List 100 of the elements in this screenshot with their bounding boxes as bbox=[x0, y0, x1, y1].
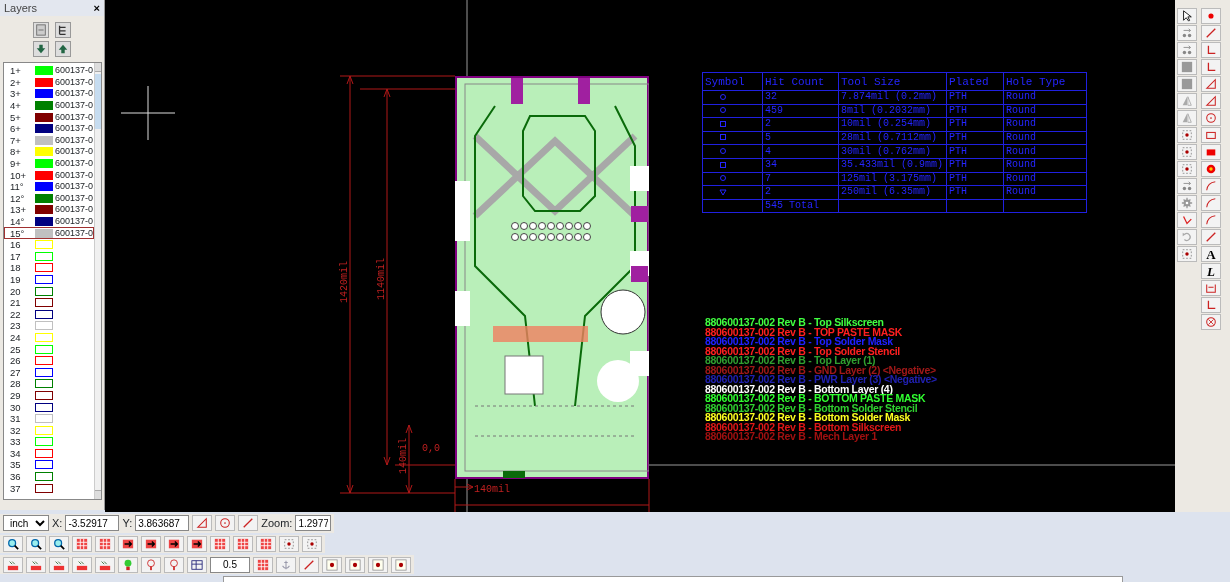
up-arrow-button[interactable] bbox=[55, 41, 71, 57]
arc-button[interactable] bbox=[1201, 178, 1221, 194]
pointer-button[interactable] bbox=[1177, 8, 1197, 24]
circle-button[interactable] bbox=[1201, 110, 1221, 126]
corner-button[interactable] bbox=[1201, 59, 1221, 75]
triangle-button[interactable] bbox=[1177, 93, 1197, 109]
layer-row[interactable]: 26 bbox=[4, 354, 95, 367]
layer-row[interactable]: 2+ 600137-0 bbox=[4, 76, 95, 89]
layer-button[interactable] bbox=[72, 556, 92, 573]
gear-button[interactable] bbox=[1177, 195, 1197, 211]
arrow-button[interactable] bbox=[118, 536, 138, 553]
arrow-button[interactable] bbox=[187, 536, 207, 553]
layer-row[interactable]: 16 bbox=[4, 238, 95, 251]
grid-button[interactable] bbox=[72, 536, 92, 553]
layer-row[interactable]: 36 bbox=[4, 470, 95, 483]
layer-row[interactable]: 25 bbox=[4, 343, 95, 355]
layer-row[interactable]: 31 bbox=[4, 412, 95, 425]
layer-row[interactable]: 1+ 600137-0 bbox=[4, 65, 95, 77]
corner-button[interactable] bbox=[1201, 297, 1221, 313]
layer-button[interactable] bbox=[49, 556, 69, 573]
bulb-button[interactable] bbox=[164, 556, 184, 573]
arc-button[interactable] bbox=[1201, 195, 1221, 211]
bracket-button[interactable] bbox=[1201, 280, 1221, 296]
layer-row[interactable]: 24 bbox=[4, 331, 95, 344]
corner-button[interactable] bbox=[1201, 42, 1221, 58]
layer-row[interactable]: 4+ 600137-0 bbox=[4, 99, 95, 112]
layer-row[interactable]: 17 bbox=[4, 250, 95, 263]
dotted-square-button[interactable] bbox=[1177, 246, 1197, 262]
snap-button[interactable] bbox=[391, 556, 411, 573]
dotted-square-button[interactable] bbox=[1177, 127, 1197, 143]
layer-row[interactable]: 23 bbox=[4, 320, 95, 332]
dotted-square-button[interactable] bbox=[1177, 161, 1197, 177]
snap-button[interactable] bbox=[368, 556, 388, 573]
layer-row[interactable]: 3+ 600137-0 bbox=[4, 88, 95, 100]
square-button[interactable] bbox=[1177, 76, 1197, 92]
circle-button[interactable] bbox=[215, 515, 236, 532]
triangle-button[interactable] bbox=[1201, 76, 1221, 92]
dotted-square-button[interactable] bbox=[1177, 144, 1197, 160]
bulb-button[interactable] bbox=[141, 556, 161, 573]
layer-row[interactable]: 15° 600137-0 bbox=[4, 227, 95, 239]
arc-button[interactable] bbox=[1201, 212, 1221, 228]
arrow-button[interactable] bbox=[141, 536, 161, 553]
grid-button[interactable] bbox=[256, 536, 276, 553]
layer-row[interactable]: 7+ 600137-0 bbox=[4, 134, 95, 147]
magnifier-button[interactable] bbox=[3, 536, 23, 553]
snap-button[interactable] bbox=[322, 556, 342, 573]
magnifier-button[interactable] bbox=[26, 536, 46, 553]
layer-row[interactable]: 34 bbox=[4, 447, 95, 460]
x-field[interactable]: -3.52917 bbox=[65, 515, 120, 532]
layer-row[interactable]: 11° 600137-0 bbox=[4, 180, 95, 193]
rectangle-button[interactable] bbox=[1201, 127, 1221, 143]
layer-row[interactable]: 14° 600137-0 bbox=[4, 215, 95, 228]
arrow-button[interactable] bbox=[164, 536, 184, 553]
layer-button[interactable] bbox=[95, 556, 115, 573]
layer-row[interactable]: 9+ 600137-0 bbox=[4, 157, 95, 170]
grid-button[interactable] bbox=[233, 536, 253, 553]
zoom-field[interactable]: 1.2977 bbox=[295, 515, 332, 532]
dot-button[interactable] bbox=[1201, 8, 1221, 24]
layer-row[interactable]: 8+ 600137-0 bbox=[4, 146, 95, 158]
dotted-square-button[interactable] bbox=[279, 536, 299, 553]
table-button[interactable] bbox=[187, 556, 207, 573]
layer-row[interactable]: 30 bbox=[4, 401, 95, 413]
line-button[interactable] bbox=[299, 556, 319, 573]
layer-row[interactable]: 6+ 600137-0 bbox=[4, 122, 95, 135]
layer-button[interactable] bbox=[26, 556, 46, 573]
step-field[interactable]: 0.5 bbox=[210, 556, 250, 573]
check-button[interactable] bbox=[1177, 212, 1197, 228]
down-arrow-button[interactable] bbox=[33, 41, 49, 57]
grid-button[interactable] bbox=[253, 556, 273, 573]
dots-button[interactable] bbox=[1177, 42, 1197, 58]
dots-button[interactable] bbox=[1177, 25, 1197, 41]
layer-row[interactable]: 5+ 600137-0 bbox=[4, 111, 95, 123]
unit-dropdown[interactable]: inch bbox=[3, 515, 49, 532]
dotted-square-button[interactable] bbox=[302, 536, 322, 553]
layer-row[interactable]: 19 bbox=[4, 273, 95, 286]
dots-button[interactable] bbox=[1177, 178, 1197, 194]
scrollbar[interactable] bbox=[94, 63, 101, 499]
layer-row[interactable]: 20 bbox=[4, 285, 95, 297]
layer-row[interactable]: 12° 600137-0 bbox=[4, 192, 95, 205]
line-button[interactable] bbox=[1201, 229, 1221, 245]
layer-row[interactable]: 37 bbox=[4, 482, 95, 494]
layer-row[interactable]: 32 bbox=[4, 424, 95, 436]
close-button[interactable]: × bbox=[93, 2, 100, 14]
layer-row[interactable]: 33 bbox=[4, 436, 95, 448]
tree-button[interactable] bbox=[55, 22, 71, 38]
layer-row[interactable]: 27 bbox=[4, 366, 95, 379]
triangle-button[interactable] bbox=[192, 515, 213, 532]
y-field[interactable]: 3.863687 bbox=[135, 515, 190, 532]
page-button[interactable] bbox=[33, 22, 49, 38]
square-button[interactable] bbox=[1177, 59, 1197, 75]
line-button[interactable] bbox=[1201, 25, 1221, 41]
layer-row[interactable]: 22 bbox=[4, 308, 95, 321]
triangle-button[interactable] bbox=[1201, 93, 1221, 109]
magnifier-button[interactable] bbox=[49, 536, 69, 553]
rectangle-button[interactable] bbox=[1201, 144, 1221, 160]
layer-row[interactable]: 35 bbox=[4, 459, 95, 471]
cancel-button[interactable] bbox=[1201, 314, 1221, 330]
line-button[interactable] bbox=[238, 515, 259, 532]
text-tool-button[interactable]: A bbox=[1201, 246, 1221, 262]
circle-button[interactable] bbox=[1201, 161, 1221, 177]
